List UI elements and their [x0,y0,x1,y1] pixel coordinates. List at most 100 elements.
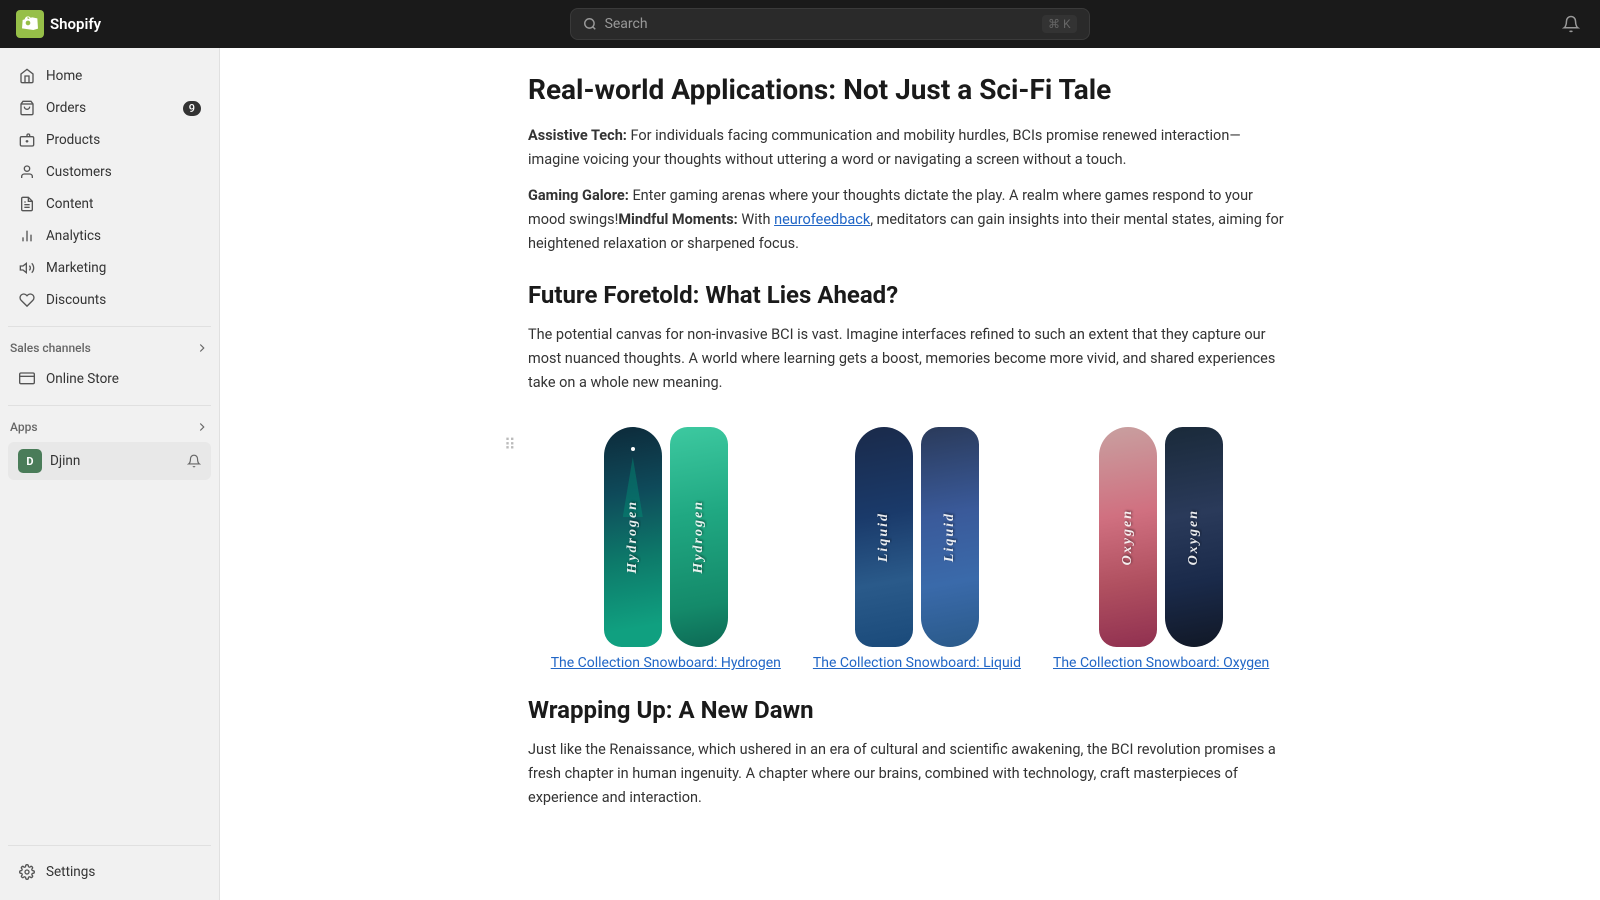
apps-label: Apps [10,420,38,434]
section-wrapping-up: Wrapping Up: A New Dawn Just like the Re… [528,695,1292,810]
analytics-icon [18,227,36,245]
sidebar-item-settings[interactable]: Settings [8,856,211,888]
sidebar-item-products[interactable]: Products [8,124,211,156]
search-shortcut: ⌘ K [1042,15,1077,33]
sidebar-item-djinn[interactable]: D Djinn [8,442,211,480]
gaming-bold: Gaming Galore: [528,187,629,204]
djinn-bell-icon[interactable] [187,454,201,468]
discounts-icon [18,291,36,309]
product-item-oxygen: Oxygen Oxygen The Collection Snowboard: … [1053,427,1269,671]
sidebar-main-nav: Home Orders 9 Products Customers [0,56,219,320]
section2-heading: Future Foretold: What Lies Ahead? [528,280,1292,311]
sidebar-sales-channels: Online Store [0,359,219,399]
sales-channels-label: Sales channels [10,341,91,355]
section-real-world: Real-world Applications: Not Just a Sci-… [528,72,1292,256]
sidebar-item-discounts-label: Discounts [46,292,106,308]
snowboard-hydrogen-dark: Hydrogen [604,427,662,647]
shopify-logo-icon [16,10,44,38]
hydrogen-pair: Hydrogen Hydrogen [604,427,728,647]
sidebar-item-marketing-label: Marketing [46,260,106,276]
search-placeholder: Search [605,16,648,32]
oxygen-pair: Oxygen Oxygen [1099,427,1223,647]
sidebar-settings: Settings [0,852,219,892]
customers-icon [18,163,36,181]
djinn-app-icon: D [18,449,42,473]
oxygen-product-link[interactable]: The Collection Snowboard: Oxygen [1053,655,1269,671]
sidebar-divider-3 [8,845,211,846]
sidebar-divider-2 [8,405,211,406]
future-paragraph: The potential canvas for non-invasive BC… [528,323,1292,395]
mindful-bold: Mindful Moments: [618,211,737,228]
topbar-right [1558,11,1584,37]
hydrogen-product-link[interactable]: The Collection Snowboard: Hydrogen [551,655,781,671]
sidebar-item-orders[interactable]: Orders 9 [8,92,211,124]
liquid-product-link[interactable]: The Collection Snowboard: Liquid [813,655,1021,671]
sidebar: Home Orders 9 Products Customers [0,48,220,900]
assistive-tech-text: For individuals facing communication and… [528,127,1241,168]
section3-heading: Wrapping Up: A New Dawn [528,695,1292,726]
sidebar-item-settings-label: Settings [46,864,95,880]
sidebar-item-content-label: Content [46,196,93,212]
shopify-wordmark: Shopify [50,15,101,33]
sidebar-apps: D Djinn [0,438,219,484]
hydrogen-dark-text: Hydrogen [625,500,641,574]
sales-channels-expand-icon[interactable] [195,341,209,355]
drag-handle[interactable]: ⠿ [504,435,514,454]
gaming-paragraph: Gaming Galore: Enter gaming arenas where… [528,184,1292,256]
main-layout: Home Orders 9 Products Customers [0,48,1600,900]
snowboard-oxygen-dark: Oxygen [1165,427,1223,647]
products-grid: Hydrogen Hydrogen The Collection Snowboa… [528,427,1292,671]
neurofeedback-link[interactable]: neurofeedback [774,211,870,228]
orders-badge: 9 [183,101,201,116]
sidebar-item-products-label: Products [46,132,100,148]
snowboard-oxygen-pink: Oxygen [1099,427,1157,647]
bell-icon [1562,15,1580,33]
home-icon [18,67,36,85]
djinn-app-label: Djinn [50,453,80,469]
topbar: Shopify Search ⌘ K [0,0,1600,48]
assistive-tech-bold: Assistive Tech: [528,127,627,144]
topbar-left: Shopify [16,10,101,38]
products-section: ⠿ Hyd [528,427,1292,671]
snowboard-liquid-dark: Liquid [855,427,913,647]
snowboard-hydrogen-light: Hydrogen [670,427,728,647]
assistive-tech-paragraph: Assistive Tech: For individuals facing c… [528,124,1292,172]
sidebar-item-customers-label: Customers [46,164,112,180]
blog-content-area: Real-world Applications: Not Just a Sci-… [480,48,1340,900]
djinn-app-left: D Djinn [18,449,80,473]
notification-bell-button[interactable] [1558,11,1584,37]
marketing-icon [18,259,36,277]
content-icon [18,195,36,213]
sidebar-item-marketing[interactable]: Marketing [8,252,211,284]
wrapping-paragraph: Just like the Renaissance, which ushered… [528,738,1292,810]
liquid-dark-text: Liquid [876,512,892,562]
shopify-logo[interactable]: Shopify [16,10,101,38]
sidebar-item-home[interactable]: Home [8,60,211,92]
sidebar-item-discounts[interactable]: Discounts [8,284,211,316]
search-icon [583,17,597,31]
liquid-pair: Liquid Liquid [855,427,979,647]
products-icon [18,131,36,149]
online-store-icon [18,370,36,388]
sidebar-item-analytics[interactable]: Analytics [8,220,211,252]
sidebar-divider-1 [8,326,211,327]
oxygen-pink-text: Oxygen [1120,509,1136,565]
orders-icon [18,99,36,117]
blog-content-wrapper: Real-world Applications: Not Just a Sci-… [220,48,1600,900]
apps-expand-icon[interactable] [195,420,209,434]
sidebar-item-content[interactable]: Content [8,188,211,220]
sidebar-item-orders-label: Orders [46,100,86,116]
oxygen-dark-text: Oxygen [1186,509,1202,565]
product-item-hydrogen: Hydrogen Hydrogen The Collection Snowboa… [551,427,781,671]
main-content: Real-world Applications: Not Just a Sci-… [220,48,1600,900]
sidebar-item-online-store-label: Online Store [46,371,119,387]
sidebar-item-online-store[interactable]: Online Store [8,363,211,395]
apps-header: Apps [0,412,219,438]
hydrogen-light-text: Hydrogen [691,500,707,574]
sidebar-item-customers[interactable]: Customers [8,156,211,188]
product-item-liquid: Liquid Liquid The Collection Snowboard: … [813,427,1021,671]
settings-icon [18,863,36,881]
liquid-light-text: Liquid [942,512,958,562]
section-future: Future Foretold: What Lies Ahead? The po… [528,280,1292,395]
search-bar[interactable]: Search ⌘ K [570,8,1090,40]
